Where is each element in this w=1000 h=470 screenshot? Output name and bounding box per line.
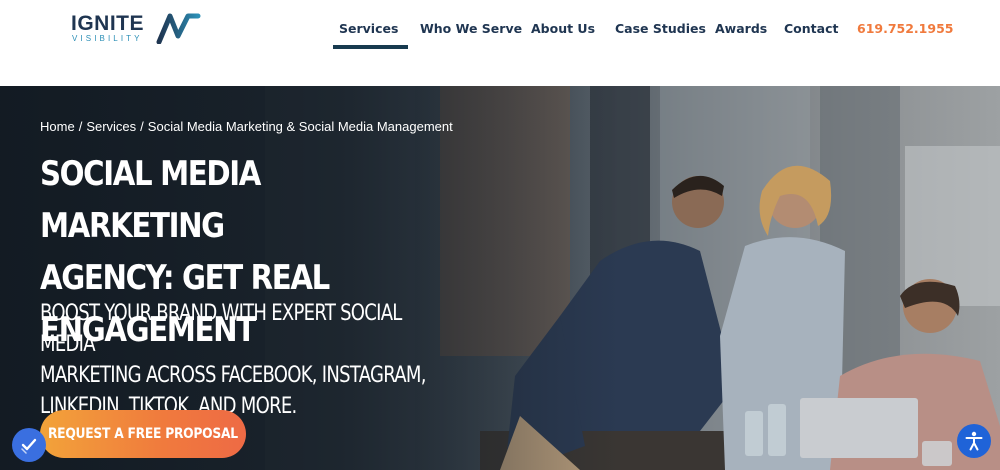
page-title-line: SOCIAL MEDIA MARKETING (40, 154, 261, 246)
breadcrumb-current: Social Media Marketing & Social Media Ma… (147, 119, 453, 134)
nav-awards[interactable]: Awards (715, 19, 767, 41)
hero-subtitle-line: BOOST YOUR BRAND WITH EXPERT SOCIAL MEDI… (40, 301, 402, 357)
breadcrumb: Home / Services / Social Media Marketing & S… (40, 119, 453, 134)
nav-phone-link[interactable]: 619.752.1955 (857, 19, 953, 41)
verified-check-icon (21, 438, 37, 454)
request-proposal-label: REQUEST A FREE PROPOSAL (48, 426, 238, 442)
breadcrumb-separator: / (140, 119, 144, 134)
nav-services[interactable]: Services (332, 19, 409, 49)
request-proposal-button[interactable]: REQUEST A FREE PROPOSAL (40, 410, 246, 458)
nav-about-us[interactable]: About Us (531, 19, 595, 41)
hero-subtitle-line: MARKETING ACROSS FACEBOOK, INSTAGRAM, (40, 363, 426, 388)
accessibility-icon (965, 431, 983, 451)
breadcrumb-home[interactable]: Home (40, 119, 75, 134)
breadcrumb-services[interactable]: Services (86, 119, 136, 134)
logo-tagline: VISIBILITY (72, 34, 143, 43)
nav-case-studies[interactable]: Case Studies (615, 19, 706, 41)
site-header: IGNITE VISIBILITY Services Who We Serve … (0, 0, 1000, 86)
nav-who-we-serve[interactable]: Who We Serve (420, 19, 522, 41)
ignite-logo-mark-icon (156, 13, 201, 44)
page-title-line: AGENCY: GET REAL (40, 258, 330, 298)
hero-section: Home / Services / Social Media Marketing & S… (0, 86, 1000, 470)
nav-contact[interactable]: Contact (784, 19, 838, 41)
ignite-visibility-logo[interactable]: IGNITE VISIBILITY (70, 12, 210, 44)
logo-wordmark: IGNITE (71, 12, 145, 35)
breadcrumb-separator: / (78, 119, 83, 134)
verified-badge-button[interactable] (12, 428, 46, 462)
hero-subtitle: BOOST YOUR BRAND WITH EXPERT SOCIAL MEDI… (40, 298, 450, 422)
accessibility-button[interactable] (957, 424, 991, 458)
